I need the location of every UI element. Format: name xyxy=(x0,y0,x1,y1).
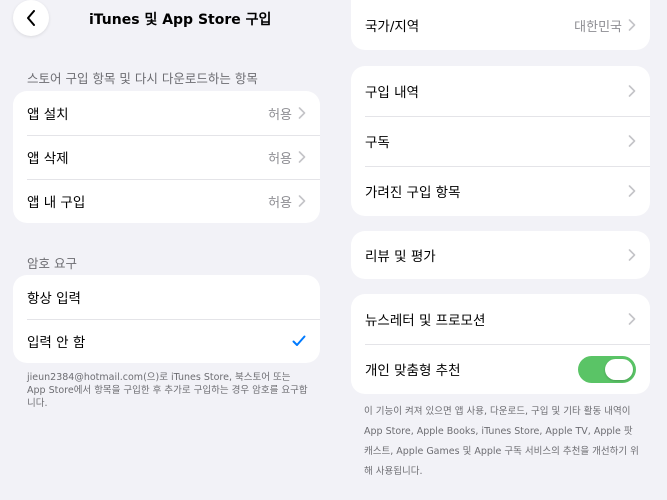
row-label: 국가/지역 xyxy=(365,19,420,35)
back-button[interactable] xyxy=(13,0,49,36)
store-section-header: 스토어 구입 항목 및 다시 다운로드하는 항목 xyxy=(27,71,258,86)
page-title: iTunes 및 App Store 구입 xyxy=(89,12,272,28)
row-label: 항상 입력 xyxy=(27,291,81,307)
chevron-right-icon xyxy=(298,151,306,163)
chevron-left-icon xyxy=(27,10,35,26)
toggle-knob xyxy=(605,358,633,380)
row-label: 리뷰 및 평가 xyxy=(365,249,436,265)
checkmark-icon xyxy=(292,335,306,346)
app-install-row[interactable]: 앱 설치 허용 xyxy=(13,91,320,135)
chevron-right-icon xyxy=(628,85,636,97)
never-require-row[interactable]: 입력 안 함 xyxy=(13,319,320,363)
chevron-right-icon xyxy=(628,19,636,31)
row-label: 뉴스레터 및 프로모션 xyxy=(365,313,486,329)
navigation-bar: iTunes 및 App Store 구입 xyxy=(0,0,333,38)
chevron-right-icon xyxy=(628,313,636,325)
store-settings-group: 앱 설치 허용 앱 삭제 허용 앱 내 구입 허용 xyxy=(13,91,320,223)
always-require-row[interactable]: 항상 입력 xyxy=(13,275,320,319)
personalized-recommendations-row: 개인 맞춤형 추천 xyxy=(351,344,650,394)
personalized-recommendations-toggle[interactable] xyxy=(578,355,636,383)
row-label: 개인 맞춤형 추천 xyxy=(365,363,461,379)
row-label: 가려진 구입 항목 xyxy=(365,185,461,201)
row-label: 구독 xyxy=(365,135,390,151)
app-delete-row[interactable]: 앱 삭제 허용 xyxy=(13,135,320,179)
ratings-reviews-row[interactable]: 리뷰 및 평가 xyxy=(351,231,650,279)
hidden-purchases-row[interactable]: 가려진 구입 항목 xyxy=(351,166,650,216)
chevron-right-icon xyxy=(628,185,636,197)
region-group: 국가/지역 대한민국 xyxy=(351,0,650,50)
country-region-row[interactable]: 국가/지역 대한민국 xyxy=(351,0,650,50)
row-value: 허용 xyxy=(268,151,292,167)
purchases-group: 구입 내역 구독 가려진 구입 항목 xyxy=(351,66,650,216)
marketing-group: 뉴스레터 및 프로모션 개인 맞춤형 추천 xyxy=(351,294,650,394)
in-app-purchase-row[interactable]: 앱 내 구입 허용 xyxy=(13,179,320,223)
chevron-right-icon xyxy=(298,107,306,119)
row-value: 대한민국 xyxy=(574,19,622,35)
ratings-group: 리뷰 및 평가 xyxy=(351,231,650,279)
newsletter-row[interactable]: 뉴스레터 및 프로모션 xyxy=(351,294,650,344)
password-footnote: jieun2384@hotmail.com(으)로 iTunes Store, … xyxy=(27,372,308,409)
personalization-footnote: 이 기능이 켜져 있으면 앱 사용, 다운로드, 구입 및 기타 활동 내역이 … xyxy=(364,406,639,477)
row-label: 입력 안 함 xyxy=(27,335,86,351)
chevron-right-icon xyxy=(628,249,636,261)
password-settings-group: 항상 입력 입력 안 함 xyxy=(13,275,320,363)
chevron-right-icon xyxy=(628,135,636,147)
row-label: 구입 내역 xyxy=(365,85,419,101)
chevron-right-icon xyxy=(298,195,306,207)
subscriptions-row[interactable]: 구독 xyxy=(351,116,650,166)
password-section-header: 암호 요구 xyxy=(27,256,77,271)
row-label: 앱 내 구입 xyxy=(27,195,86,211)
row-label: 앱 삭제 xyxy=(27,151,69,167)
row-label: 앱 설치 xyxy=(27,107,69,123)
purchase-history-row[interactable]: 구입 내역 xyxy=(351,66,650,116)
row-value: 허용 xyxy=(268,195,292,211)
row-value: 허용 xyxy=(268,107,292,123)
